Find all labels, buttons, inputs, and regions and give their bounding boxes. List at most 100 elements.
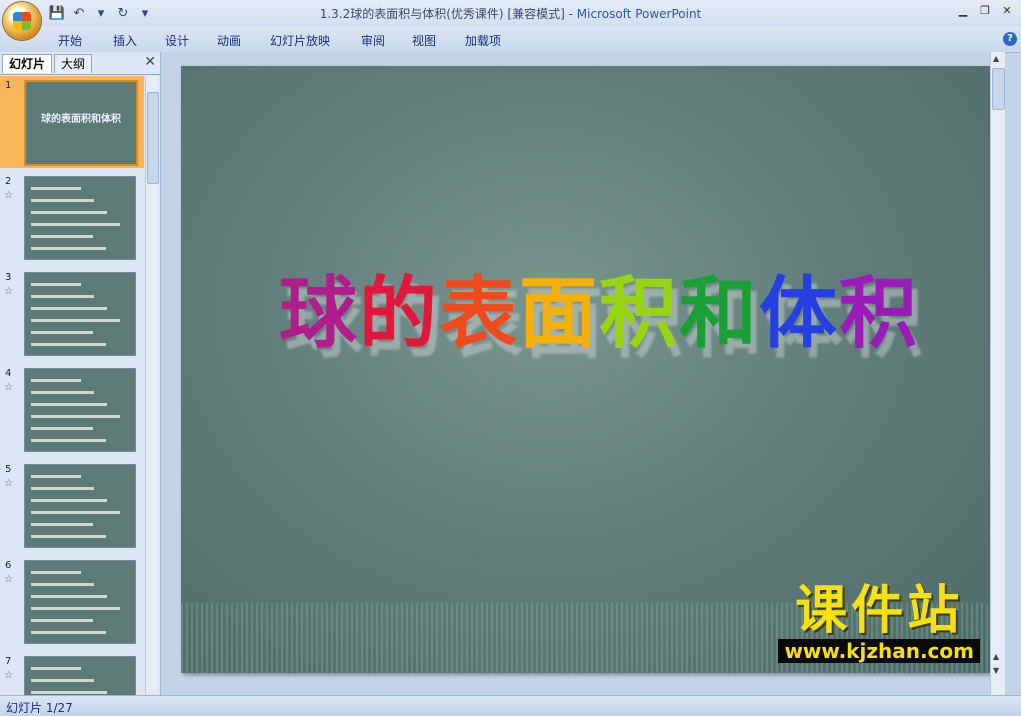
thumbnail-text-line (31, 691, 107, 694)
thumbnail-text-line (31, 187, 81, 190)
thumbnail-text-line (31, 523, 93, 526)
tab-1[interactable]: 插入 (113, 32, 137, 49)
slide-thumbnail[interactable] (24, 656, 136, 695)
slide-thumbnail[interactable] (24, 464, 136, 548)
slide-thumbnail-row[interactable]: 4 ☆ (0, 364, 144, 456)
thumbnail-text-line (31, 403, 107, 406)
animation-star-icon: ☆ (4, 670, 13, 681)
thumbnail-text-line (31, 667, 81, 670)
thumbnail-text-line (31, 595, 107, 598)
slide-number: 7 (5, 656, 12, 667)
title-char: 体 (759, 268, 840, 359)
thumbnail-text-line (31, 487, 94, 490)
thumbnail-text-line (31, 631, 106, 634)
tab-7[interactable]: 加载项 (465, 32, 501, 49)
restore-icon[interactable]: ❐ (975, 2, 995, 20)
thumbnail-text-line (31, 307, 107, 310)
title-char: 积 (599, 268, 680, 359)
tab-0[interactable]: 开始 (58, 32, 82, 49)
thumbnail-text-line (31, 415, 120, 418)
title-bar: 💾 ↶ ▾ ↻ ▾ 1.3.2球的表面积与体积(优秀课件) [兼容模式] - Micro… (0, 0, 1021, 40)
slide-counter: 幻灯片 1/27 (6, 701, 73, 715)
next-slide-icon[interactable]: ▼ (993, 666, 999, 675)
thumbnail-text-line (31, 319, 120, 322)
title-char: 积 (839, 268, 920, 359)
thumbnail-text-line (31, 211, 107, 214)
thumbnail-text-line (31, 475, 81, 478)
slide-number: 1 (5, 80, 12, 91)
scrollbar-thumb[interactable] (147, 92, 159, 184)
slide-thumbnail[interactable] (24, 176, 136, 260)
thumbnail-text-line (31, 379, 81, 382)
watermark-url: www.kjzhan.com (778, 639, 980, 663)
thumbnail-text-line (31, 571, 81, 574)
window-controls: ▁ ❐ ✕ (953, 2, 1017, 20)
thumbnail-text-line (31, 391, 94, 394)
slide-thumbnail[interactable] (24, 368, 136, 452)
slide-thumbnail-row[interactable]: 6 ☆ (0, 556, 144, 648)
thumbnail-text-line (31, 295, 94, 298)
thumbnail-title: 球的表面积和体积 (41, 114, 121, 125)
minimize-icon[interactable]: ▁ (953, 2, 973, 20)
thumbnail-text-line (31, 247, 106, 250)
office-button[interactable] (3, 2, 41, 40)
tab-6[interactable]: 视图 (412, 32, 436, 49)
scrollbar-thumb[interactable] (992, 68, 1005, 110)
slide-number: 5 (5, 464, 12, 475)
pane-tabs: 幻灯片 大纲 ✕ (0, 52, 160, 75)
slide-thumbnail-row[interactable]: 3 ☆ (0, 268, 144, 360)
tab-4[interactable]: 幻灯片放映 (270, 32, 330, 49)
thumbnail-text-line (31, 499, 107, 502)
prev-slide-icon[interactable]: ▲ (993, 652, 999, 661)
tab-5[interactable]: 审阅 (361, 32, 385, 49)
animation-star-icon: ☆ (4, 574, 13, 585)
thumbnail-text-line (31, 439, 106, 442)
help-icon[interactable]: ? (1003, 32, 1017, 46)
slide-canvas[interactable]: 球的表面积和体积 课件站 www.kjzhan.com (181, 66, 992, 673)
watermark-logo-text: 课件站 (795, 581, 964, 641)
close-pane-icon[interactable]: ✕ (144, 54, 156, 70)
slide-number: 3 (5, 272, 12, 283)
slide-thumbnail-row[interactable]: 5 ☆ (0, 460, 144, 552)
close-icon[interactable]: ✕ (997, 2, 1017, 20)
thumbnail-text-line (31, 223, 120, 226)
window-title: 1.3.2球的表面积与体积(优秀课件) [兼容模式] - Microsoft P… (0, 5, 1021, 22)
slides-pane: 幻灯片 大纲 ✕ 1 球的表面积和体积 2 ☆ 3 ☆ 4 ☆ 5 ☆ 6 ☆ 7 ☆ (0, 52, 161, 695)
slide-number: 2 (5, 176, 12, 187)
thumbnail-text-line (31, 607, 120, 610)
thumbnail-text-line (31, 511, 120, 514)
thumbnail-scrollbar[interactable] (145, 76, 159, 693)
animation-star-icon: ☆ (4, 286, 13, 297)
title-char: 表 (438, 268, 519, 359)
ribbon-tabs: 开始 插入 设计 动画 幻灯片放映 审阅 视图 加载项? (0, 26, 1021, 53)
slide-thumbnail[interactable] (24, 272, 136, 356)
thumbnail-text-line (31, 331, 93, 334)
slide-title[interactable]: 球的表面积和体积 (239, 251, 959, 363)
slide-thumbnail[interactable]: 球的表面积和体积 (24, 80, 138, 166)
tab-3[interactable]: 动画 (217, 32, 241, 49)
slide-number: 6 (5, 560, 12, 571)
title-char: 和 (679, 268, 760, 359)
slide-thumbnail-row[interactable]: 7 ☆ (0, 652, 144, 695)
slide-scrollbar[interactable]: ▲ ▲ ▼ (990, 52, 1005, 695)
thumbnail-list: 1 球的表面积和体积 2 ☆ 3 ☆ 4 ☆ 5 ☆ 6 ☆ 7 ☆ (0, 76, 144, 695)
thumbnail-text-line (31, 235, 93, 238)
watermark: 课件站 www.kjzhan.com (778, 583, 980, 663)
slide-thumbnail-row[interactable]: 2 ☆ (0, 172, 144, 264)
animation-star-icon: ☆ (4, 382, 13, 393)
tab-slides[interactable]: 幻灯片 (2, 54, 53, 73)
scroll-up-icon[interactable]: ▲ (993, 54, 999, 63)
title-char: 的 (358, 268, 439, 359)
slide-number: 4 (5, 368, 12, 379)
tab-outline[interactable]: 大纲 (54, 54, 93, 73)
slide-thumbnail-row[interactable]: 1 球的表面积和体积 (0, 76, 144, 168)
tab-2[interactable]: 设计 (165, 32, 189, 49)
slide-thumbnail[interactable] (24, 560, 136, 644)
status-bar: 幻灯片 1/27 (0, 695, 1021, 716)
slide-editing-area: 球的表面积和体积 课件站 www.kjzhan.com ▲ ▲ ▼ (161, 52, 1005, 695)
thumbnail-text-line (31, 583, 94, 586)
document-title: 1.3.2球的表面积与体积(优秀课件) [兼容模式] - (319, 7, 577, 21)
thumbnail-text-line (31, 427, 93, 430)
title-char: 面 (518, 268, 599, 359)
office-logo-icon (13, 12, 31, 30)
